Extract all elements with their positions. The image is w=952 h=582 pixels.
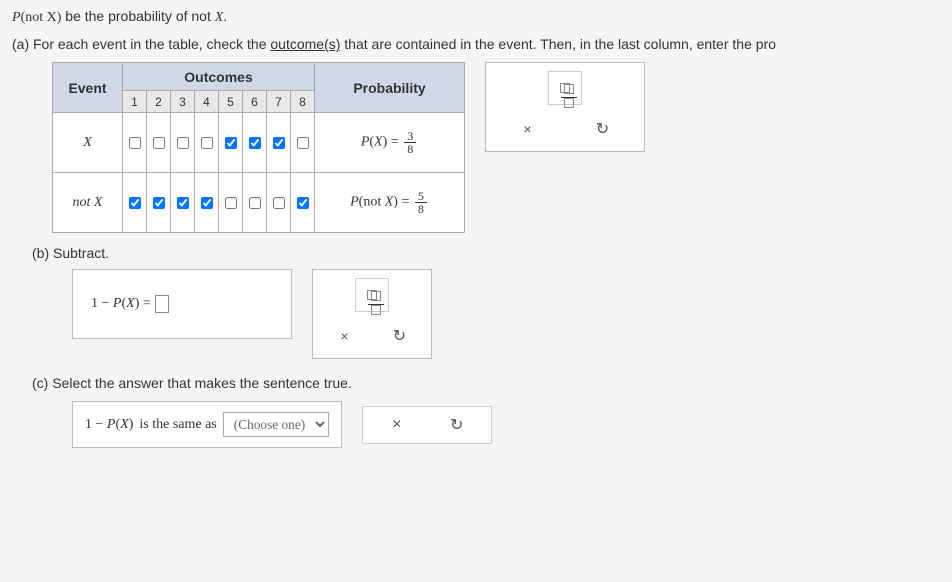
- checkbox-x-1[interactable]: [129, 137, 141, 149]
- clear-button-b[interactable]: ×: [328, 322, 362, 350]
- checkbox-x-7[interactable]: [273, 137, 285, 149]
- intro-var: X: [215, 10, 224, 25]
- probability-header: Probability: [315, 63, 465, 113]
- intro-suffix: be the probability of not: [61, 8, 214, 24]
- col-4: 4: [195, 91, 219, 113]
- col-5: 5: [219, 91, 243, 113]
- table-row: X P(X) = 3 8: [53, 113, 465, 173]
- fraction-icon: [367, 290, 377, 300]
- subtract-equation-box[interactable]: 1 − P(X) =: [72, 269, 292, 339]
- checkbox-notx-2[interactable]: [153, 197, 165, 209]
- col-2: 2: [147, 91, 171, 113]
- checkbox-notx-3[interactable]: [177, 197, 189, 209]
- outcomes-header: Outcomes: [123, 63, 315, 91]
- event-header: Event: [53, 63, 123, 113]
- reset-button-c[interactable]: ↻: [437, 413, 477, 437]
- outcomes-link[interactable]: outcome(s): [270, 36, 340, 52]
- reset-button-b[interactable]: ↻: [383, 322, 417, 350]
- fraction-icon: [560, 83, 570, 93]
- table-row: not X P(not X) = 5 8: [53, 173, 465, 233]
- fraction-notx: 5 8: [415, 190, 427, 215]
- checkbox-notx-1[interactable]: [129, 197, 141, 209]
- p-symbol: P: [12, 10, 21, 25]
- checkbox-x-3[interactable]: [177, 137, 189, 149]
- clear-button-c[interactable]: ×: [377, 413, 417, 437]
- fraction-tool-button-b[interactable]: [355, 278, 389, 312]
- sentence-mid: is the same as: [139, 417, 216, 433]
- col-7: 7: [267, 91, 291, 113]
- checkbox-x-6[interactable]: [249, 137, 261, 149]
- checkbox-notx-4[interactable]: [201, 197, 213, 209]
- part-a-label: (a) For each event in the table, check t…: [12, 36, 940, 52]
- clear-button[interactable]: ×: [511, 115, 545, 143]
- row-notx-label: not X: [53, 173, 123, 233]
- tool-panel-b: × ↻: [312, 269, 432, 359]
- part-b-label: (b) Subtract.: [32, 245, 940, 261]
- checkbox-notx-6[interactable]: [249, 197, 261, 209]
- checkbox-x-4[interactable]: [201, 137, 213, 149]
- col-8: 8: [291, 91, 315, 113]
- answer-input-box[interactable]: [155, 295, 169, 313]
- checkbox-notx-7[interactable]: [273, 197, 285, 209]
- fraction-x: 3 8: [404, 130, 416, 155]
- part-c-label: (c) Select the answer that makes the sen…: [32, 375, 940, 391]
- fraction-tool-button[interactable]: [548, 71, 582, 105]
- tool-panel-a: × ↻: [485, 62, 645, 152]
- outcomes-table: Event Outcomes Probability 1 2 3 4 5 6 7…: [52, 62, 465, 233]
- choose-one-select[interactable]: (Choose one): [223, 412, 329, 437]
- col-3: 3: [171, 91, 195, 113]
- prob-notx-cell[interactable]: P(not X) = 5 8: [315, 173, 465, 233]
- intro-arg: not X: [25, 10, 57, 25]
- intro-text: P(not X) be the probability of not X.: [12, 8, 940, 26]
- checkbox-x-8[interactable]: [297, 137, 309, 149]
- col-6: 6: [243, 91, 267, 113]
- checkbox-notx-8[interactable]: [297, 197, 309, 209]
- checkbox-x-2[interactable]: [153, 137, 165, 149]
- reset-button[interactable]: ↻: [586, 115, 620, 143]
- tool-panel-c: × ↻: [362, 406, 492, 444]
- checkbox-x-5[interactable]: [225, 137, 237, 149]
- row-x-label: X: [53, 113, 123, 173]
- prob-x-cell[interactable]: P(X) = 3 8: [315, 113, 465, 173]
- sentence-box: 1 − P(X) is the same as (Choose one): [72, 401, 342, 448]
- checkbox-notx-5[interactable]: [225, 197, 237, 209]
- col-1: 1: [123, 91, 147, 113]
